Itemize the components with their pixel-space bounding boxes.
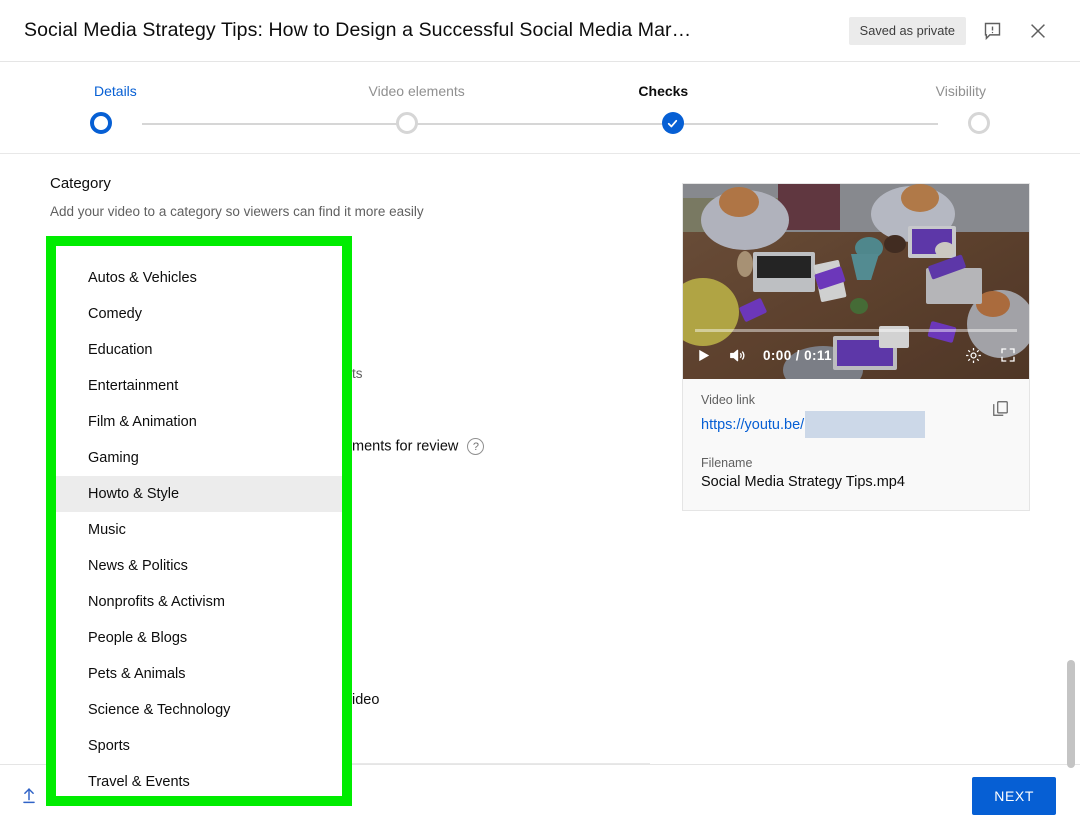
stepper-labels: Details Video elements Checks Visibility xyxy=(90,83,990,99)
help-icon[interactable]: ? xyxy=(467,438,485,455)
video-progress-bar[interactable] xyxy=(695,329,1017,332)
dropdown-item-science-technology[interactable]: Science & Technology xyxy=(56,692,342,728)
step-label-visibility[interactable]: Visibility xyxy=(830,83,990,99)
redacted-video-id xyxy=(805,411,926,438)
status-badge: Saved as private xyxy=(848,16,966,45)
dropdown-item-film-animation[interactable]: Film & Animation xyxy=(56,404,342,440)
dropdown-item-pets-animals[interactable]: Pets & Animals xyxy=(56,656,342,692)
category-dropdown-list[interactable]: Autos & Vehicles Comedy Education Entert… xyxy=(56,246,342,796)
video-link-label: Video link xyxy=(701,393,755,407)
step-dot-video-elements[interactable] xyxy=(396,112,419,134)
dropdown-item-nonprofits-activism[interactable]: Nonprofits & Activism xyxy=(56,584,342,620)
dropdown-item-news-politics[interactable]: News & Politics xyxy=(56,548,342,584)
copy-icon[interactable] xyxy=(985,393,1015,423)
step-label-checks[interactable]: Checks xyxy=(583,83,743,99)
dropdown-item-comedy[interactable]: Comedy xyxy=(56,296,342,332)
step-label-video-elements[interactable]: Video elements xyxy=(337,83,497,99)
titlebar-actions: Saved as private xyxy=(848,11,1058,51)
category-dropdown-highlight: Autos & Vehicles Comedy Education Entert… xyxy=(46,236,352,806)
stepper-dots xyxy=(90,112,990,134)
page-title: Social Media Strategy Tips: How to Desig… xyxy=(24,19,692,41)
play-icon[interactable] xyxy=(695,347,712,364)
show-likes-fragment: ideo xyxy=(352,692,380,708)
next-button[interactable]: NEXT xyxy=(972,776,1056,815)
dropdown-item-entertainment[interactable]: Entertainment xyxy=(56,368,342,404)
gear-icon[interactable] xyxy=(964,346,983,365)
category-description: Add your video to a category so viewers … xyxy=(50,204,424,219)
comments-ratings-fragment: ts xyxy=(352,366,363,381)
hold-comments-fragment: ments for review? xyxy=(352,438,485,455)
category-heading: Category xyxy=(50,175,111,192)
filename-value: Social Media Strategy Tips.mp4 xyxy=(701,474,905,490)
content-scrollbar[interactable] xyxy=(1067,660,1075,768)
dropdown-item-music[interactable]: Music xyxy=(56,512,342,548)
dropdown-item-autos-vehicles[interactable]: Autos & Vehicles xyxy=(56,260,342,296)
feedback-icon[interactable] xyxy=(972,11,1012,51)
step-label-details[interactable]: Details xyxy=(90,83,250,99)
upload-icon[interactable] xyxy=(18,785,40,807)
video-player[interactable]: 0:00 / 0:11 xyxy=(683,184,1029,379)
video-link-text: https://youtu.be/ xyxy=(701,416,805,433)
video-meta: Video link https://youtu.be/ Filename So… xyxy=(683,379,1029,510)
video-preview-panel: 0:00 / 0:11 Video link https://youtu.be/… xyxy=(682,183,1030,511)
step-dot-visibility[interactable] xyxy=(967,112,990,134)
dropdown-item-people-blogs[interactable]: People & Blogs xyxy=(56,620,342,656)
filename-label: Filename xyxy=(701,456,753,470)
category-section: Category Add your video to a category so… xyxy=(50,175,650,219)
close-icon[interactable] xyxy=(1018,11,1058,51)
video-link-value[interactable]: https://youtu.be/ xyxy=(701,411,1011,438)
volume-icon[interactable] xyxy=(728,346,747,365)
dialog-titlebar: Social Media Strategy Tips: How to Desig… xyxy=(0,0,1080,62)
dropdown-item-gaming[interactable]: Gaming xyxy=(56,440,342,476)
upload-dialog: Social Media Strategy Tips: How to Desig… xyxy=(0,0,1080,826)
fullscreen-icon[interactable] xyxy=(999,346,1017,364)
hold-comments-text: ments for review xyxy=(352,438,459,455)
step-dot-details[interactable] xyxy=(90,112,112,134)
dropdown-item-sports[interactable]: Sports xyxy=(56,728,342,764)
upload-stepper: Details Video elements Checks Visibility xyxy=(0,62,1080,154)
video-timecode: 0:00 / 0:11 xyxy=(763,347,832,363)
video-controls: 0:00 / 0:11 xyxy=(683,321,1029,379)
dropdown-item-education[interactable]: Education xyxy=(56,332,342,368)
dropdown-item-howto-style[interactable]: Howto & Style xyxy=(56,476,342,512)
step-dot-checks[interactable] xyxy=(661,112,684,134)
dropdown-item-travel-events[interactable]: Travel & Events xyxy=(56,764,342,796)
